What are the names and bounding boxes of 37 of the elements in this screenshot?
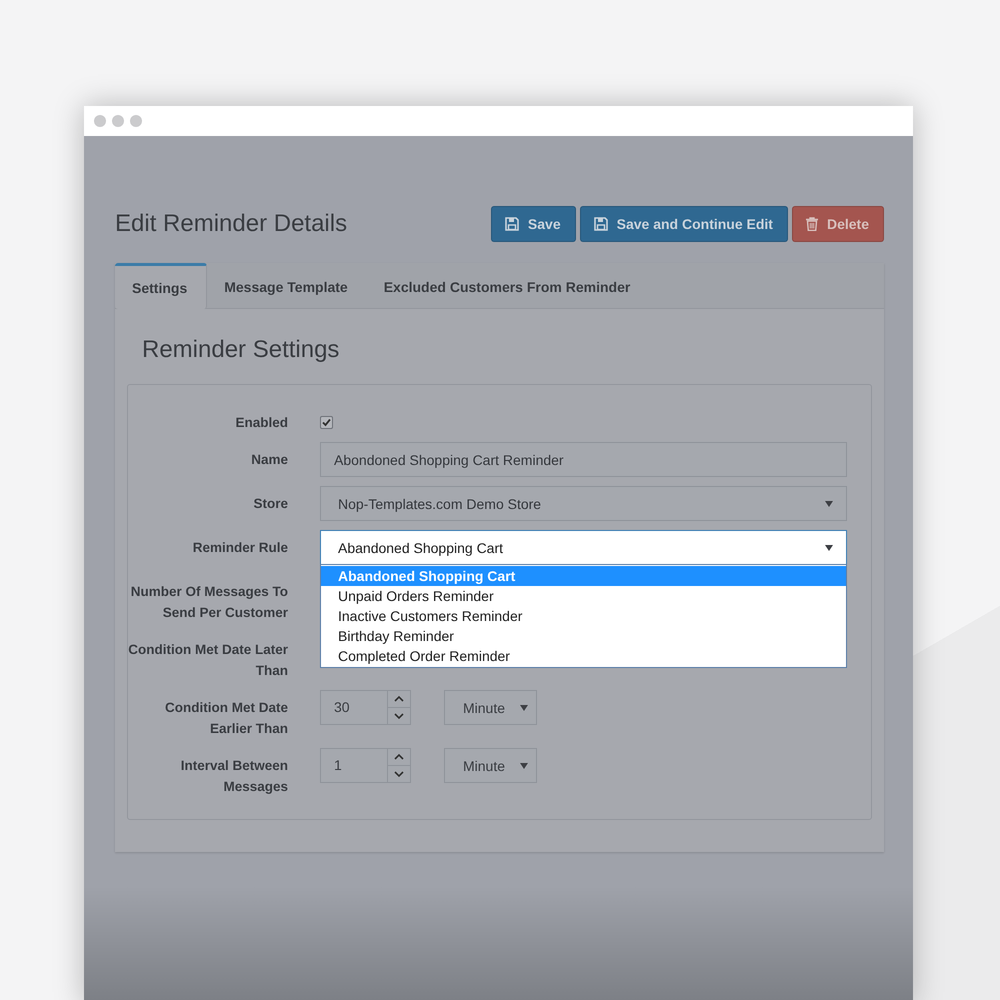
save-button[interactable]: Save and Continue Edit bbox=[580, 206, 788, 242]
field-label: Number Of Messages To Send Per Customer bbox=[130, 583, 288, 622]
select-field[interactable]: Abandoned Shopping Cart bbox=[320, 530, 847, 565]
text-field[interactable]: Abondoned Shopping Cart Reminder bbox=[320, 442, 847, 477]
dropdown-option[interactable]: Completed Order Reminder bbox=[321, 646, 846, 666]
section-title: Reminder Settings bbox=[141, 335, 340, 365]
save-button[interactable]: Save bbox=[490, 206, 576, 242]
field-label: Condition Met Date Later Than bbox=[128, 641, 288, 680]
tab[interactable]: Message Template bbox=[207, 263, 367, 308]
field-label: Interval Between Messages bbox=[180, 757, 288, 796]
unit-select[interactable]: Minute bbox=[444, 690, 537, 725]
trash-icon bbox=[806, 217, 818, 231]
checkbox[interactable] bbox=[320, 416, 333, 429]
field-label: Condition Met Date Earlier Than bbox=[164, 699, 288, 738]
caret-icon bbox=[825, 544, 833, 550]
field-label: Enabled bbox=[234, 414, 288, 432]
window-dot-icon bbox=[112, 115, 124, 127]
select-field[interactable]: Nop-Templates.com Demo Store bbox=[320, 486, 847, 521]
dropdown-option[interactable]: Unpaid Orders Reminder bbox=[321, 586, 846, 606]
dropdown-option[interactable]: Abandoned Shopping Cart bbox=[321, 566, 846, 586]
caret-icon bbox=[520, 704, 528, 710]
field-label: Reminder Rule bbox=[192, 539, 288, 557]
field-label: Store bbox=[252, 495, 288, 513]
number-field[interactable]: 1 bbox=[320, 748, 411, 783]
window-dot-icon bbox=[130, 115, 142, 127]
caret-icon bbox=[825, 500, 833, 506]
number-field[interactable]: 30 bbox=[320, 690, 411, 725]
caret-icon bbox=[520, 762, 528, 768]
field-label: Name bbox=[250, 451, 288, 469]
tab[interactable]: Settings bbox=[115, 263, 208, 309]
window-dot-icon bbox=[94, 115, 106, 127]
dropdown-option[interactable]: Birthday Reminder bbox=[321, 626, 846, 646]
unit-select[interactable]: Minute bbox=[444, 748, 537, 783]
page-title: Edit Reminder Details bbox=[115, 210, 348, 238]
tab[interactable]: Excluded Customers From Reminder bbox=[366, 263, 650, 308]
delete-button[interactable]: Delete bbox=[792, 206, 884, 242]
dropdown-option[interactable]: Inactive Customers Reminder bbox=[321, 606, 846, 626]
